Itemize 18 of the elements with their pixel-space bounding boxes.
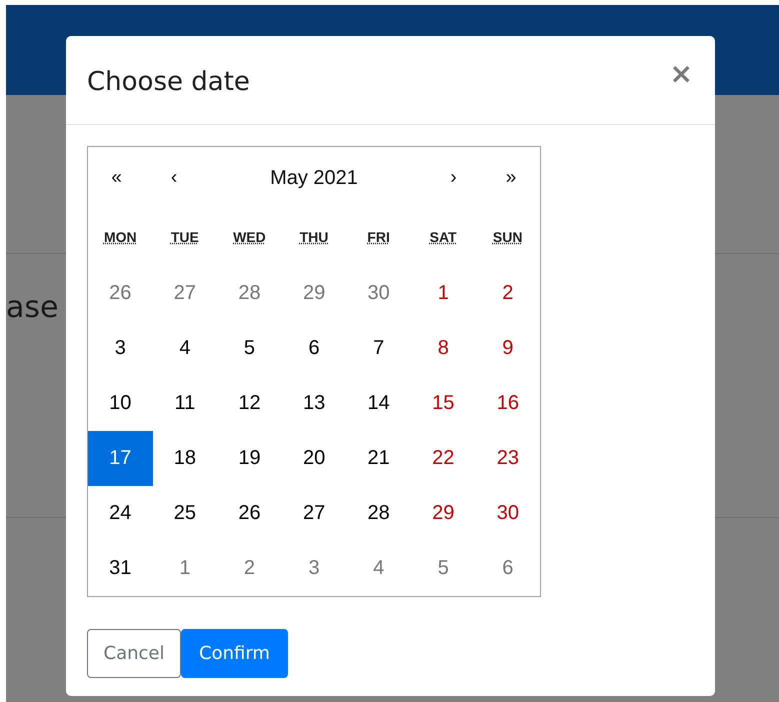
weekday-label: WED bbox=[233, 229, 266, 245]
weekday-label: MON bbox=[104, 229, 137, 245]
weekday-label: FRI bbox=[367, 229, 390, 245]
dialog-title: Choose date bbox=[87, 67, 250, 97]
next-month-button[interactable]: › bbox=[450, 167, 457, 189]
weekday-label: SAT bbox=[430, 229, 457, 245]
previous-month-button[interactable]: ‹ bbox=[170, 167, 178, 189]
next-year-button[interactable]: » bbox=[506, 167, 516, 189]
day-cell[interactable]: 17 bbox=[88, 431, 153, 486]
close-button[interactable]: × bbox=[670, 56, 693, 90]
confirm-button[interactable]: Confirm bbox=[181, 629, 288, 678]
weekday-label: THU bbox=[300, 229, 328, 245]
page-heading: ase bbox=[6, 289, 60, 327]
weekday-label: SUN bbox=[492, 229, 522, 245]
month-title: May 2021 bbox=[270, 166, 358, 190]
weekday-label: TUE bbox=[170, 229, 199, 245]
cancel-button[interactable]: Cancel bbox=[87, 629, 181, 678]
previous-year-button[interactable]: « bbox=[111, 167, 122, 189]
